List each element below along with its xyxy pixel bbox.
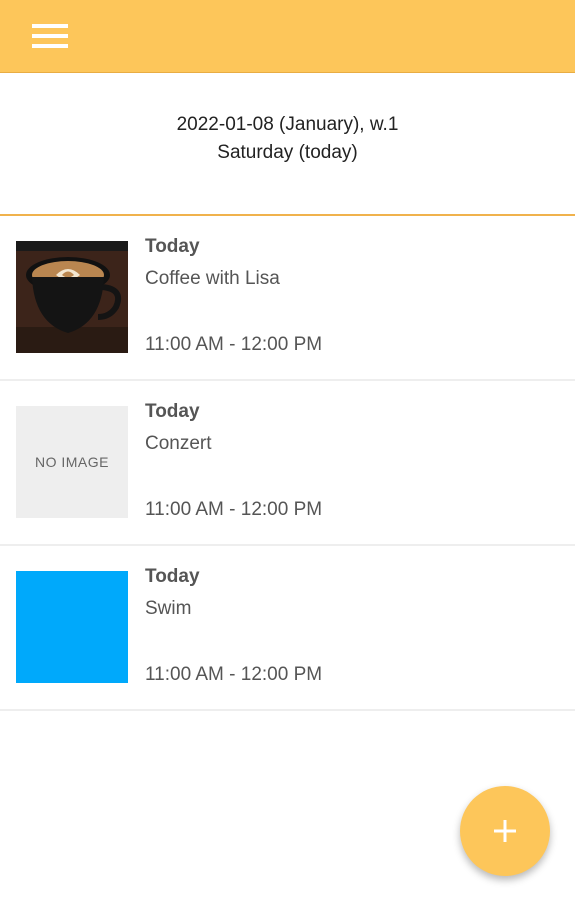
plus-icon [494,820,516,842]
event-list: Today Coffee with Lisa 11:00 AM - 12:00 … [0,216,575,711]
event-time: 11:00 AM - 12:00 PM [145,334,323,355]
coffee-cup-photo [16,241,128,353]
app-screen: 2022-01-08 (January), w.1 Saturday (toda… [0,0,575,900]
event-time: 11:00 AM - 12:00 PM [145,499,323,520]
event-title: Conzert [145,433,212,454]
event-item[interactable]: Today Swim 11:00 AM - 12:00 PM [0,546,575,711]
event-time: 11:00 AM - 12:00 PM [145,664,323,685]
menu-button[interactable] [24,18,76,58]
event-item[interactable]: Today Coffee with Lisa 11:00 AM - 12:00 … [0,216,575,381]
no-image-placeholder: NO IMAGE [16,406,128,518]
event-date-label: Today [145,566,200,587]
current-day-label: Saturday (today) [217,142,358,163]
event-date-label: Today [145,236,200,257]
event-title: Swim [145,598,192,619]
add-event-button[interactable] [460,786,550,876]
hamburger-menu-icon [32,24,68,48]
event-item[interactable]: NO IMAGE Today Conzert 11:00 AM - 12:00 … [0,381,575,546]
date-header: 2022-01-08 (January), w.1 Saturday (toda… [0,74,575,216]
event-date-label: Today [145,401,200,422]
app-toolbar [0,0,575,73]
current-date-label: 2022-01-08 (January), w.1 [176,114,399,135]
event-title: Coffee with Lisa [145,268,280,289]
no-image-label: NO IMAGE [34,454,109,470]
color-swatch [16,571,128,683]
